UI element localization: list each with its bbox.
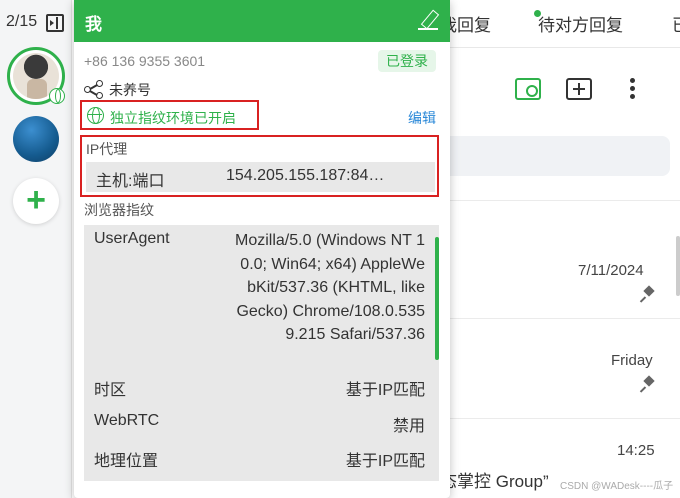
chat-filter-tabs: 我回复 待对方回复 已 — [440, 0, 680, 48]
geolocation-value: 基于IP匹配 — [345, 453, 425, 470]
popup-title: 我 — [85, 15, 102, 34]
tab-awaiting-reply[interactable]: 待对方回复 — [538, 11, 623, 36]
divider — [440, 318, 680, 319]
ip-proxy-section: IP代理 主机:端口 154.205.155.187:84… — [80, 135, 439, 197]
host-value: 154.205.155.187:84… — [226, 167, 385, 184]
webrtc-value: 禁用 — [392, 418, 425, 435]
fingerprint-env-status: 独立指纹环境已开启 — [80, 100, 259, 130]
globe-icon — [49, 88, 65, 104]
pin-icon — [642, 377, 656, 393]
list-scrollbar[interactable] — [676, 236, 680, 296]
divider — [440, 418, 680, 419]
new-chat-icon[interactable] — [566, 78, 592, 100]
browser-fingerprint-title: 浏览器指纹 — [84, 202, 154, 218]
ip-proxy-title: IP代理 — [86, 141, 128, 157]
edit-pen-icon[interactable] — [418, 10, 438, 30]
timezone-label: 时区 — [94, 382, 127, 399]
browser-fingerprint-panel[interactable]: UserAgent Mozilla/5.0 (Windows NT 10.0; … — [84, 225, 439, 481]
pin-icon — [642, 287, 656, 303]
account-avatar-2[interactable] — [13, 116, 59, 162]
timezone-value: 基于IP匹配 — [345, 382, 425, 399]
add-account-button[interactable]: + — [13, 178, 59, 224]
fingerprint-env-label: 独立指纹环境已开启 — [110, 110, 236, 126]
search-chat-icon[interactable] — [515, 78, 541, 100]
popup-header: 我 — [74, 0, 450, 42]
account-counter: 2/15 — [6, 13, 38, 30]
more-menu-icon[interactable] — [628, 78, 638, 100]
phone-number: +86 136 9355 3601 — [84, 53, 206, 69]
tab-more[interactable]: 已 — [672, 11, 680, 36]
panel-scrollbar[interactable] — [435, 237, 439, 360]
divider — [440, 200, 680, 201]
profile-avatar[interactable] — [7, 47, 65, 105]
chat-date: Friday — [611, 352, 653, 369]
collapse-panel-icon[interactable] — [46, 14, 64, 32]
chat-date: 7/11/2024 — [578, 262, 644, 279]
search-input[interactable] — [440, 136, 670, 176]
chat-date: 14:25 — [617, 442, 655, 459]
share-icon — [84, 80, 104, 99]
useragent-value: Mozilla/5.0 (Windows NT 10.0; Win64; x64… — [235, 232, 425, 343]
account-info-popup: 我 +86 136 9355 3601 已登录 未养号 独立指纹环境已开启 编辑… — [74, 0, 450, 498]
useragent-label: UserAgent — [94, 230, 170, 247]
chat-preview[interactable]: 态掌控 Group” — [440, 467, 549, 492]
ip-host-row: 主机:端口 154.205.155.187:84… — [86, 162, 435, 192]
account-rail: 2/15 + — [0, 0, 72, 498]
login-status-badge: 已登录 — [378, 50, 436, 72]
host-label: 主机:端口 — [96, 173, 165, 190]
nurture-label: 未养号 — [109, 82, 151, 98]
watermark: CSDN @WADesk----瓜子 — [560, 481, 674, 492]
edit-link[interactable]: 编辑 — [408, 108, 436, 128]
geolocation-label: 地理位置 — [94, 453, 159, 470]
globe-icon — [87, 107, 104, 124]
webrtc-label: WebRTC — [94, 412, 160, 429]
